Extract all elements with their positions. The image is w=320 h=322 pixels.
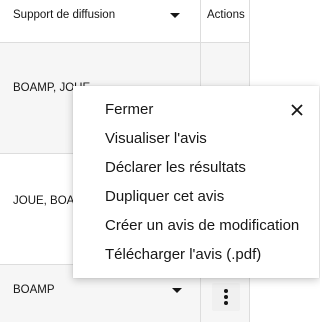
menu-item-create-modification[interactable]: Créer un avis de modification — [105, 216, 299, 236]
chevron-down-icon[interactable] — [172, 288, 182, 293]
support-cell: BOAMP — [13, 284, 55, 296]
column-header-actions: Actions — [207, 9, 245, 21]
more-vertical-icon[interactable] — [212, 283, 240, 311]
menu-item-duplicate[interactable]: Dupliquer cet avis — [105, 187, 224, 207]
menu-item-download-pdf[interactable]: Télécharger l'avis (.pdf) — [105, 245, 261, 265]
chevron-down-icon[interactable] — [170, 13, 180, 18]
menu-item-close[interactable]: Fermer — [105, 100, 153, 120]
close-icon[interactable] — [289, 102, 305, 118]
column-header-support[interactable]: Support de diffusion — [13, 9, 115, 21]
menu-item-view-notice[interactable]: Visualiser l'avis — [105, 129, 207, 149]
table-header: Support de diffusion Actions — [0, 0, 250, 42]
menu-item-declare-results[interactable]: Déclarer les résultats — [105, 158, 246, 178]
actions-menu: Fermer Visualiser l'avis Déclarer les ré… — [73, 86, 319, 278]
